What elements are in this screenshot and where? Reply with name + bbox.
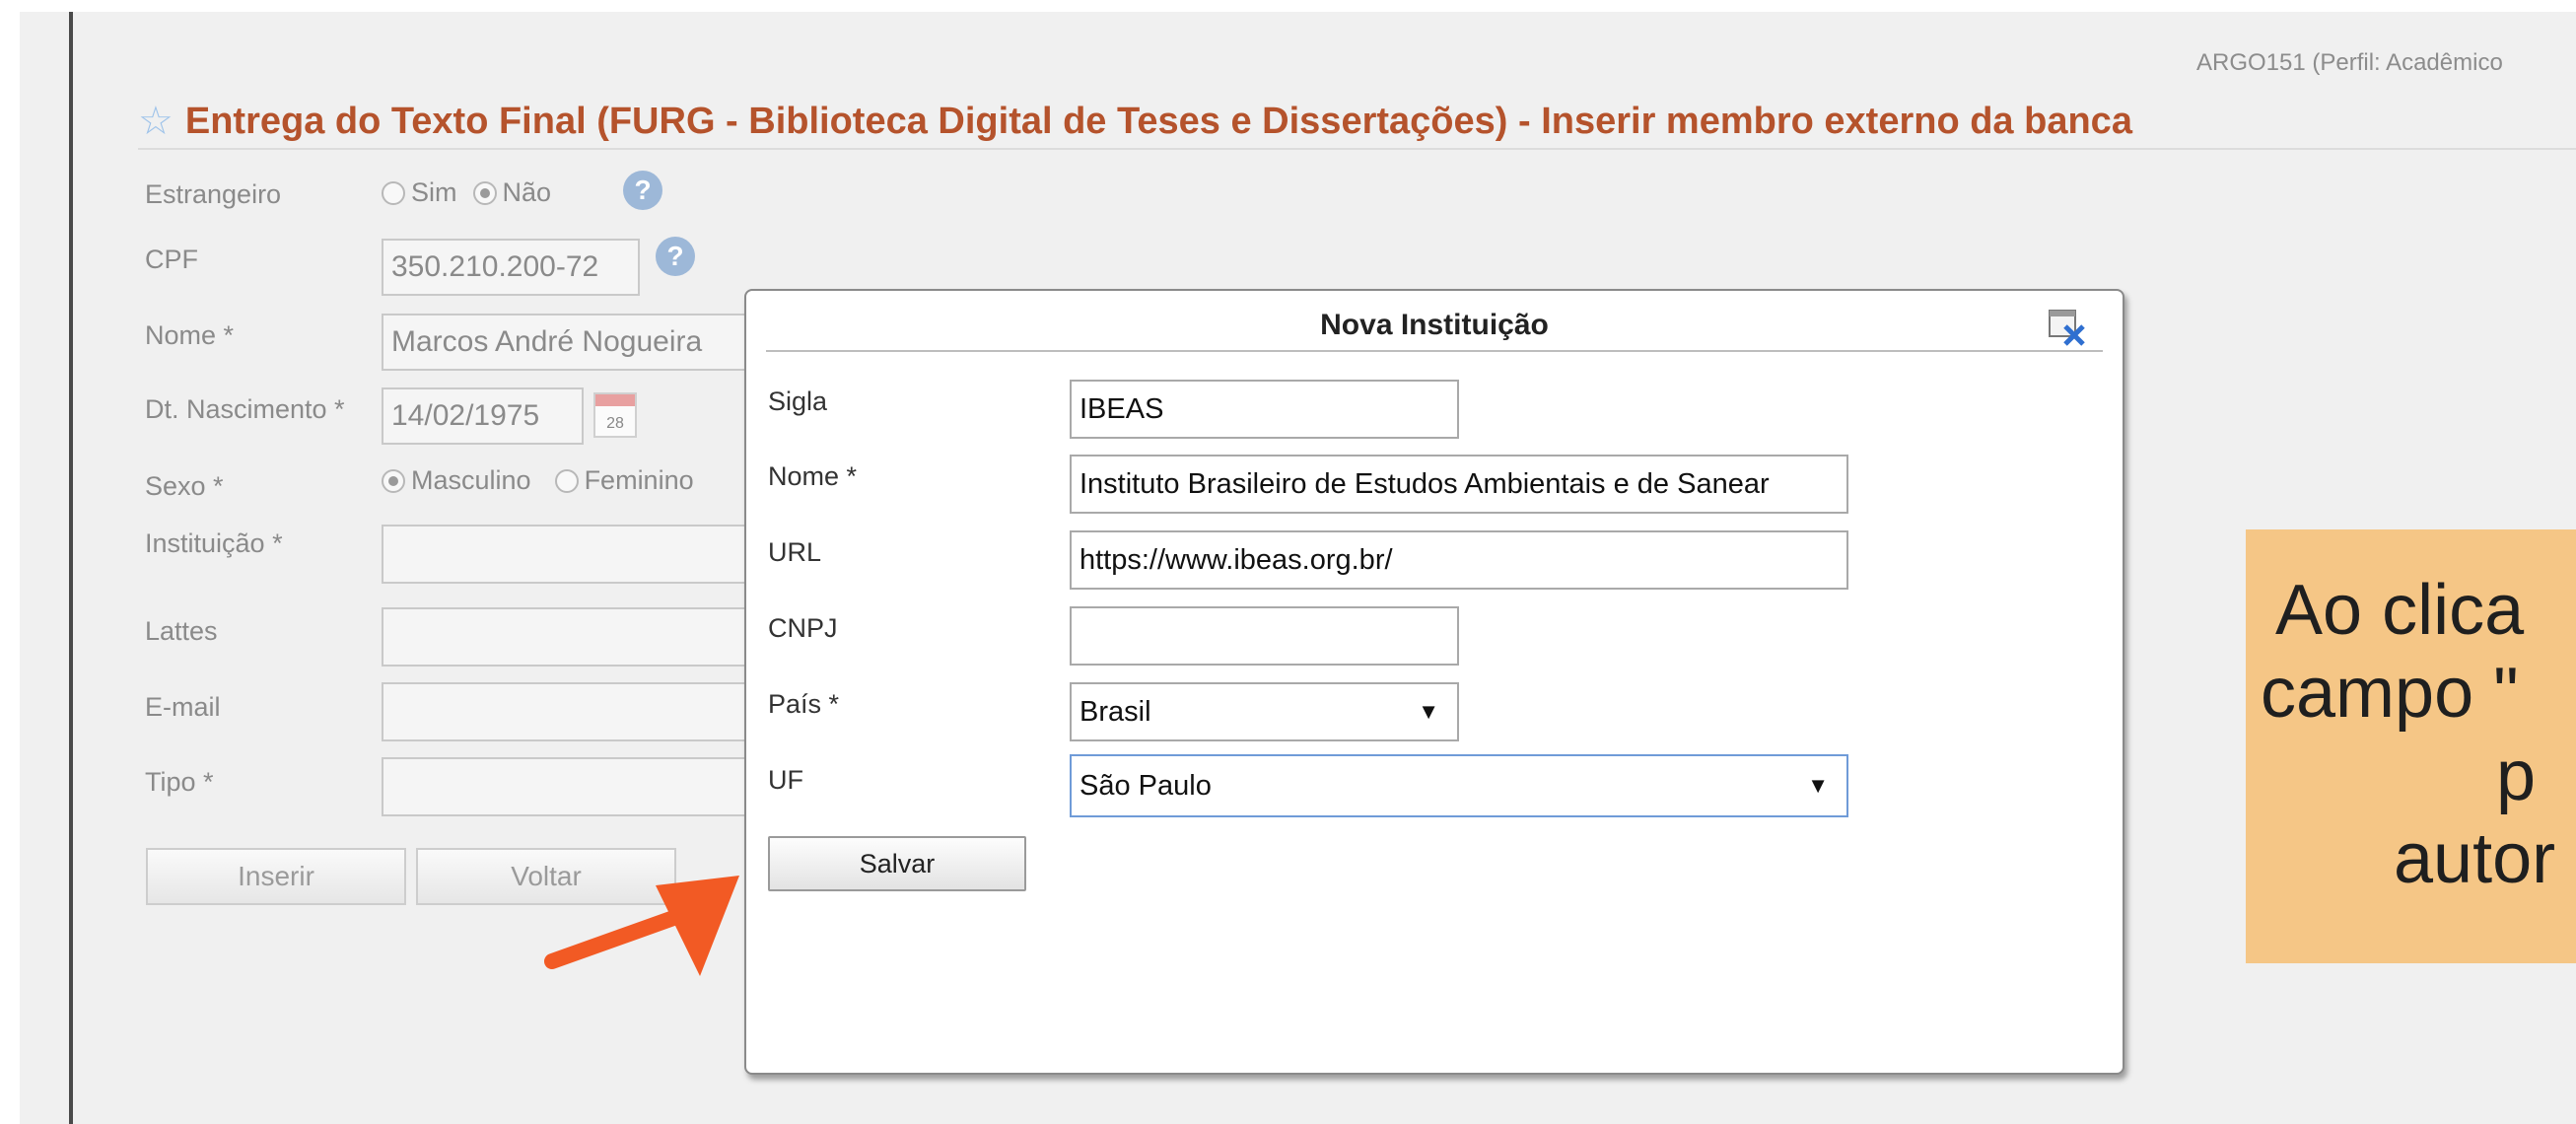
inst-nome-label: Nome * [768,461,858,491]
sexo-masculino-label: Masculino [411,465,531,495]
uf-select[interactable]: São Paulo ▼ [1070,754,1848,817]
estrangeiro-nao-radio[interactable] [472,180,497,205]
cnpj-input[interactable] [1070,606,1459,666]
page-title-text: Entrega do Texto Final (FURG - Bibliotec… [184,100,2132,142]
estrangeiro-sim-label: Sim [411,177,457,207]
uf-select-value: São Paulo [1079,769,1212,802]
nome-field[interactable]: Marcos André Nogueira [382,314,756,371]
calendar-icon[interactable]: 28 [593,392,637,438]
sexo-label: Sexo * [145,471,224,501]
sexo-options: Masculino Feminino [382,465,694,496]
tipo-field[interactable] [382,757,756,816]
callout-line: p [2496,737,2537,815]
cpf-help-icon[interactable]: ? [656,237,695,276]
lattes-field[interactable] [382,607,756,667]
left-border [69,12,73,1124]
header-divider [138,148,2576,150]
dialog-divider [766,350,2103,352]
pais-select[interactable]: Brasil ▼ [1070,682,1459,741]
sexo-feminino-radio[interactable] [554,468,579,493]
help-icon[interactable]: ? [623,171,662,210]
save-button[interactable]: Salvar [768,836,1026,891]
instituicao-field[interactable] [382,525,756,584]
nome-label: Nome * [145,320,235,350]
estrangeiro-nao-label: Não [502,177,552,207]
page-title: ☆ Entrega do Texto Final (FURG - Bibliot… [138,99,2132,144]
url-input[interactable]: https://www.ibeas.org.br/ [1070,530,1848,590]
estrangeiro-label: Estrangeiro [145,179,282,209]
uf-label: UF [768,765,803,795]
instituicao-label: Instituição * [145,528,283,558]
estrangeiro-sim-radio[interactable] [382,180,405,205]
cpf-label: CPF [145,245,198,274]
nascimento-label: Dt. Nascimento * [145,394,345,424]
user-profile-info: ARGO151 (Perfil: Acadêmico [2196,49,2503,76]
sigla-input[interactable]: IBEAS [1070,380,1459,439]
pais-label: País * [768,689,840,719]
email-field[interactable] [382,682,756,741]
callout-text: Ao clica campo " p autor [2246,569,2576,900]
tipo-label: Tipo * [145,767,214,797]
chevron-down-icon: ▼ [1807,773,1829,798]
tooltip-callout: Ao clica campo " p autor [2246,529,2576,963]
nova-instituicao-dialog: Nova Instituição Sigla IBEAS Nome * Inst… [744,289,2124,1075]
lattes-label: Lattes [145,616,218,646]
callout-line: Ao clica [2275,571,2525,650]
chevron-down-icon: ▼ [1418,699,1439,724]
nascimento-field[interactable]: 14/02/1975 [382,387,584,445]
sexo-feminino-label: Feminino [584,465,694,495]
email-label: E-mail [145,692,221,722]
insert-button[interactable]: Inserir [146,848,406,905]
callout-line: autor [2394,819,2556,898]
pointer-arrow-icon [544,876,739,976]
pais-select-value: Brasil [1079,695,1151,728]
close-icon[interactable] [2048,307,2087,346]
favorite-star-icon[interactable]: ☆ [138,99,174,144]
sigla-label: Sigla [768,386,828,416]
inst-nome-input[interactable]: Instituto Brasileiro de Estudos Ambienta… [1070,455,1848,514]
url-label: URL [768,537,822,567]
sexo-masculino-radio[interactable] [382,468,405,493]
cpf-field[interactable]: 350.210.200-72 [382,239,640,296]
callout-line: campo " [2261,654,2519,733]
cnpj-label: CNPJ [768,613,838,643]
estrangeiro-options: Sim Não [382,177,551,208]
dialog-title: Nova Instituição [1320,309,1549,341]
